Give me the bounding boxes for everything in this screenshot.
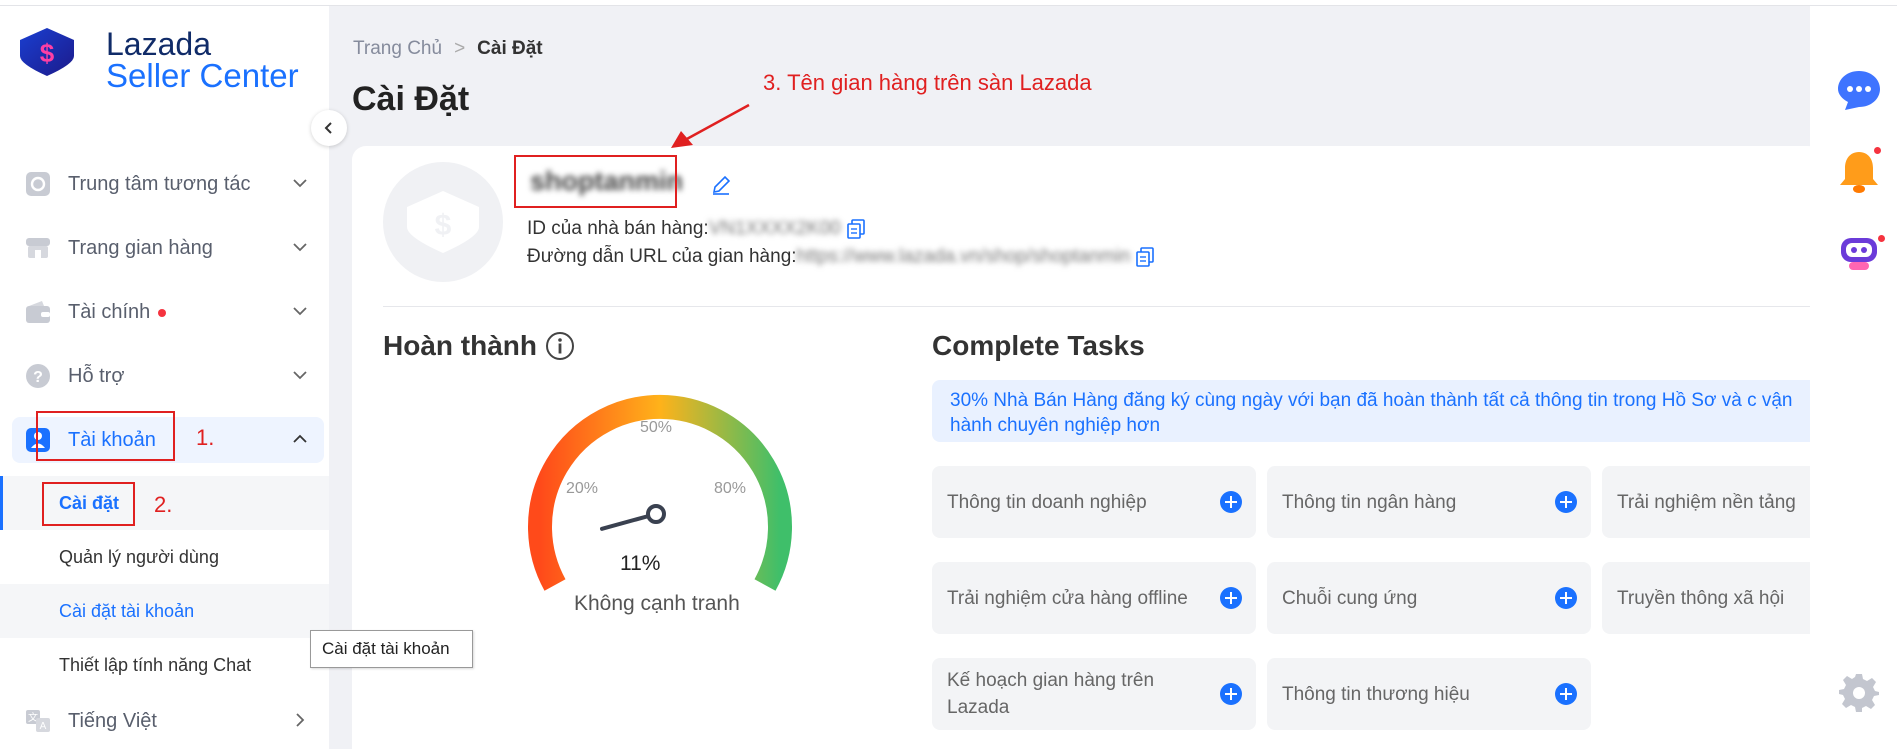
sidebar-subitem-account-settings[interactable]: Cài đặt tài khoản: [0, 584, 329, 638]
sidebar-item-store[interactable]: Trang gian hàng: [12, 225, 324, 271]
add-icon[interactable]: [1220, 587, 1242, 609]
add-icon[interactable]: [1220, 683, 1242, 705]
task-label: Thông tin doanh nghiệp: [947, 491, 1147, 513]
completion-percent: 11%: [620, 552, 661, 575]
chat-icon[interactable]: [1835, 66, 1883, 114]
breadcrumb-home[interactable]: Trang Chủ: [353, 38, 442, 59]
language-selector[interactable]: 文A Tiếng Việt: [12, 698, 324, 744]
task-label: Trải nghiệm cửa hàng offline: [947, 587, 1188, 609]
help-icon: ?: [24, 362, 52, 390]
chevron-right-icon: [296, 713, 305, 727]
language-label: Tiếng Việt: [68, 709, 157, 732]
copy-icon[interactable]: [846, 219, 865, 239]
gauge-tick-20: 20%: [566, 480, 599, 497]
chevron-down-icon: [293, 179, 307, 188]
annotation-box-step3: [514, 155, 677, 208]
annotation-arrow: [671, 103, 750, 148]
task-store-plan[interactable]: Kế hoạch gian hàng trên Lazada: [932, 658, 1256, 730]
breadcrumb-separator: >: [454, 38, 466, 59]
sidebar-subitem-user-management[interactable]: Quản lý người dùng: [0, 530, 329, 584]
shop-logo-placeholder-icon: $: [407, 191, 479, 253]
divider: [383, 306, 1813, 307]
collapse-sidebar-button[interactable]: [311, 110, 347, 146]
chevron-down-icon: [293, 307, 307, 316]
svg-text:A: A: [40, 721, 47, 732]
task-label: Kế hoạch gian hàng trên Lazada: [947, 670, 1155, 718]
bell-notification-dot: [1872, 145, 1883, 156]
task-label: Chuỗi cung ứng: [1282, 587, 1418, 609]
translate-icon: 文A: [24, 707, 52, 735]
gauge-tick-50: 50%: [640, 419, 673, 436]
page-title: Cài Đặt: [352, 80, 470, 118]
completion-title-row: Hoàn thành: [383, 330, 575, 362]
task-supply-chain[interactable]: Chuỗi cung ứng: [1267, 562, 1591, 634]
svg-text:$: $: [435, 209, 452, 242]
sidebar-item-label: Trung tâm tương tác: [68, 172, 251, 195]
completion-title: Hoàn thành: [383, 330, 537, 361]
annotation-step2: 2.: [154, 492, 173, 517]
shop-url-row: Đường dẫn URL của gian hàng: https://www…: [527, 246, 1155, 268]
sidebar-item-label: Trang gian hàng: [68, 236, 213, 259]
svg-text:$: $: [40, 38, 55, 68]
sidebar-item-support[interactable]: ? Hỗ trợ: [12, 353, 324, 399]
wallet-icon: [24, 298, 52, 326]
sidebar-item-engagement[interactable]: Trung tâm tương tác: [12, 161, 324, 207]
add-icon[interactable]: [1555, 683, 1577, 705]
add-icon[interactable]: [1220, 491, 1242, 513]
annotation-box-step1: [36, 411, 175, 461]
task-label: Trải nghiệm nền tảng: [1617, 491, 1796, 513]
copy-icon[interactable]: [1136, 247, 1155, 267]
shop-url-label: Đường dẫn URL của gian hàng:: [527, 246, 797, 267]
chevron-down-icon: [293, 371, 307, 380]
store-icon: [24, 234, 52, 262]
settings-gear-icon[interactable]: [1839, 672, 1879, 712]
lazada-logo-icon: $: [20, 28, 74, 76]
gauge-pivot: [646, 504, 666, 524]
sidebar-subitem-chat-settings[interactable]: Thiết lập tính năng Chat: [0, 638, 329, 692]
sidebar-item-label: Tài chính: [68, 300, 151, 323]
breadcrumb-current: Cài Đặt: [477, 38, 543, 59]
seller-id-row: ID của nhà bán hàng: VN1XXXX2K00: [527, 218, 865, 240]
seller-id-label: ID của nhà bán hàng:: [527, 218, 709, 239]
right-rail: [1810, 6, 1897, 749]
logo-subtitle: Seller Center: [106, 57, 299, 94]
task-brand-info[interactable]: Thông tin thương hiệu: [1267, 658, 1591, 730]
shop-avatar[interactable]: $: [383, 162, 503, 282]
tasks-banner: 30% Nhà Bán Hàng đăng ký cùng ngày với b…: [932, 380, 1832, 442]
task-label: Truyền thông xã hội: [1617, 587, 1785, 609]
breadcrumb: Trang Chủ > Cài Đặt: [353, 38, 543, 60]
svg-text:?: ?: [33, 369, 43, 386]
tooltip: Cài đặt tài khoản: [310, 630, 473, 668]
seller-id-value: VN1XXXX2K00: [708, 218, 841, 239]
shop-url-value: https://www.lazada.vn/shop/shoptanmin: [796, 246, 1131, 267]
completion-status: Không cạnh tranh: [574, 592, 740, 615]
add-icon[interactable]: [1555, 587, 1577, 609]
edit-icon[interactable]: [710, 174, 732, 196]
task-offline-store[interactable]: Trải nghiệm cửa hàng offline: [932, 562, 1256, 634]
sidebar-item-finance[interactable]: Tài chính: [12, 289, 324, 335]
assistant-notification-dot: [1876, 233, 1887, 244]
gauge-tick-80: 80%: [714, 480, 747, 497]
annotation-step3: 3. Tên gian hàng trên sàn Lazada: [763, 70, 1092, 95]
engagement-icon: [24, 170, 52, 198]
sidebar-item-label: Hỗ trợ: [68, 364, 125, 387]
info-icon[interactable]: [545, 331, 575, 361]
task-bank-info[interactable]: Thông tin ngân hàng: [1267, 466, 1591, 538]
annotation-step1: 1.: [196, 425, 215, 450]
add-icon[interactable]: [1555, 491, 1577, 513]
task-business-info[interactable]: Thông tin doanh nghiệp: [932, 466, 1256, 538]
chevron-up-icon: [293, 434, 307, 443]
task-label: Thông tin ngân hàng: [1282, 491, 1457, 513]
notification-dot: [158, 309, 167, 317]
chevron-down-icon: [293, 243, 307, 252]
annotation-box-step2: [42, 482, 135, 526]
task-label: Thông tin thương hiệu: [1282, 683, 1470, 705]
chevron-left-icon: [324, 122, 332, 134]
tasks-title: Complete Tasks: [932, 330, 1145, 361]
lazada-logo[interactable]: $ Lazada Seller Center: [16, 26, 299, 94]
